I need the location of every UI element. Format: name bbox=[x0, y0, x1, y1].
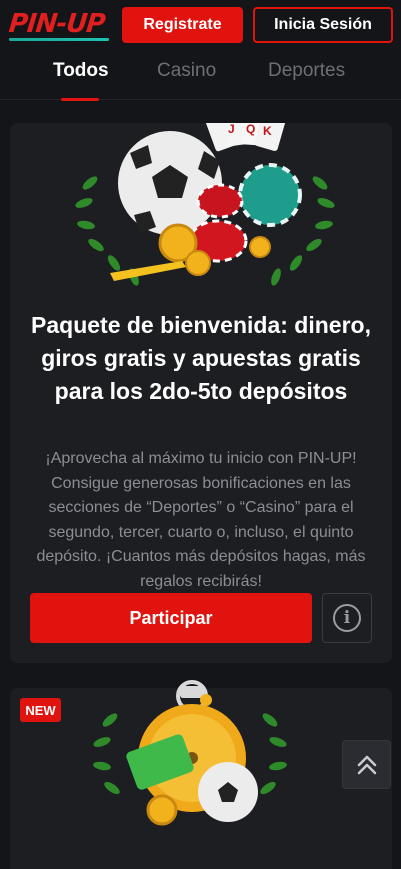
promo-illustration: J Q K bbox=[75, 123, 335, 286]
info-button[interactable]: i bbox=[322, 593, 372, 643]
logo-underline bbox=[9, 38, 109, 41]
logo-text: PIN-UP bbox=[7, 9, 107, 39]
green-chip-icon bbox=[238, 163, 302, 227]
svg-text:Q: Q bbox=[246, 123, 255, 136]
gold-coin-icon bbox=[146, 794, 178, 826]
hockey-stick-icon bbox=[110, 261, 186, 281]
pin-up-logo[interactable]: PIN-UP bbox=[7, 9, 113, 41]
active-tab-indicator bbox=[61, 98, 99, 101]
soccer-ball-icon bbox=[118, 131, 222, 235]
participar-button[interactable]: Participar bbox=[30, 593, 312, 643]
promo-card-welcome: J Q K Paquete de bienvenida: dinero, gir… bbox=[10, 123, 392, 663]
new-badge: NEW bbox=[20, 698, 61, 722]
top-header: PIN-UP Registrate Inicia Sesión bbox=[0, 0, 401, 50]
promo-description: ¡Aprovecha al máximo tu inicio con PIN-U… bbox=[36, 450, 366, 590]
playing-cards-icon: J Q K bbox=[205, 123, 286, 152]
soccer-ball-icon bbox=[198, 762, 258, 822]
svg-text:K: K bbox=[263, 124, 272, 138]
scroll-to-top-button[interactable] bbox=[342, 740, 391, 789]
info-icon: i bbox=[333, 604, 361, 632]
register-button[interactable]: Registrate bbox=[122, 7, 243, 43]
tab-deportes[interactable]: Deportes bbox=[268, 60, 345, 82]
promo-illustration-2 bbox=[93, 680, 287, 826]
category-tabs: Todos Casino Deportes bbox=[0, 50, 401, 101]
promo-card-new: NEW bbox=[10, 680, 392, 869]
login-button[interactable]: Inicia Sesión bbox=[253, 7, 393, 43]
double-chevron-up-icon bbox=[357, 755, 376, 774]
promo-title: Paquete de bienvenida: dinero, giros gra… bbox=[31, 312, 371, 404]
red-chip-icon bbox=[196, 183, 244, 219]
tab-casino[interactable]: Casino bbox=[157, 60, 216, 82]
svg-text:J: J bbox=[228, 123, 235, 136]
tab-todos[interactable]: Todos bbox=[53, 60, 109, 82]
